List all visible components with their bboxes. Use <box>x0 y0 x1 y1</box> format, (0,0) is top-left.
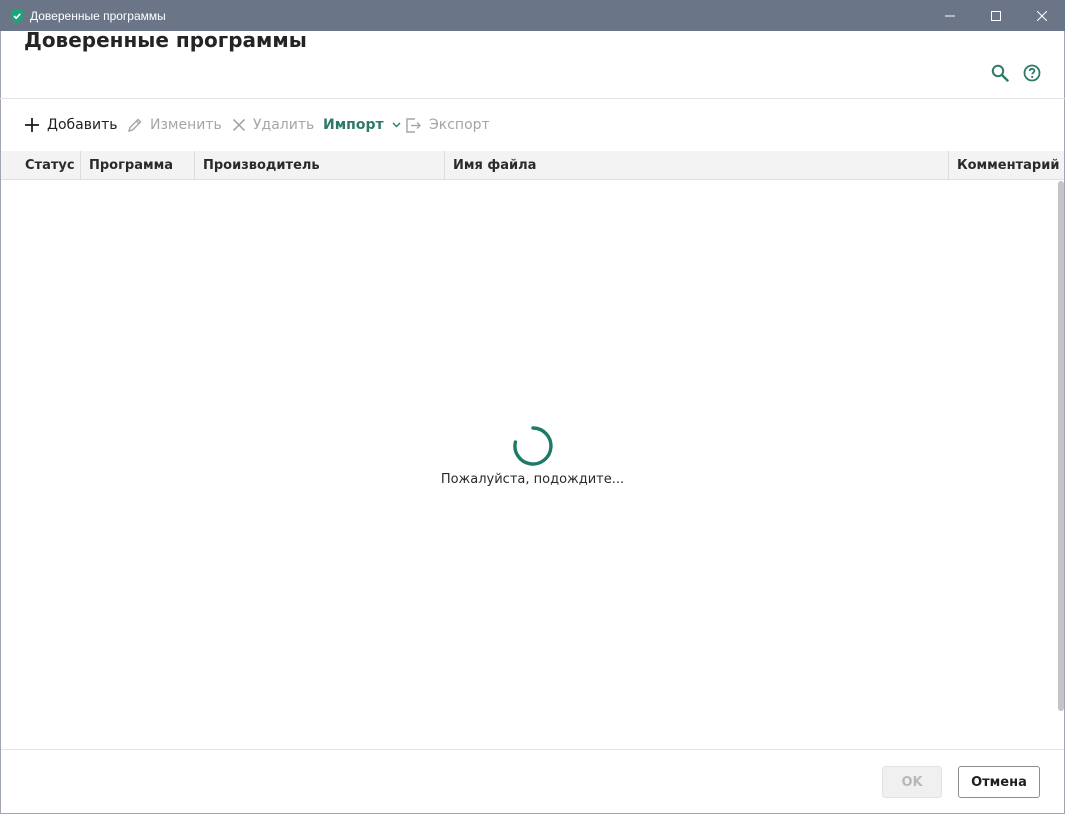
import-button-label: Импорт <box>323 117 384 133</box>
chevron-down-icon <box>392 122 401 128</box>
vertical-scrollbar[interactable] <box>1058 181 1064 711</box>
help-button[interactable] <box>1023 64 1041 82</box>
search-icon <box>991 64 1009 82</box>
column-header-vendor[interactable]: Производитель <box>195 151 445 180</box>
column-header-status[interactable]: Статус <box>17 151 81 180</box>
page-title: Доверенные программы <box>24 28 307 52</box>
loading-spinner-icon <box>513 426 553 466</box>
minimize-button[interactable] <box>927 0 973 31</box>
toolbar: Добавить Изменить Удалить Импорт Экспорт <box>0 110 1065 140</box>
shield-check-icon <box>10 8 24 24</box>
plus-icon <box>25 118 39 132</box>
column-header-comment[interactable]: Комментарий <box>949 151 1064 180</box>
add-button-label: Добавить <box>47 117 118 133</box>
search-button[interactable] <box>991 64 1009 82</box>
window-frame <box>0 31 1065 814</box>
close-window-icon <box>1037 10 1047 21</box>
export-icon <box>406 117 421 133</box>
column-header-program[interactable]: Программа <box>81 151 195 180</box>
window-title: Доверенные программы <box>30 8 166 23</box>
help-icon <box>1023 64 1041 82</box>
export-button[interactable]: Экспорт <box>405 110 490 140</box>
column-header-filename[interactable]: Имя файла <box>445 151 949 180</box>
table-header: Статус Программа Производитель Имя файла… <box>1 151 1064 180</box>
window-controls <box>927 0 1065 31</box>
maximize-button[interactable] <box>973 0 1019 31</box>
delete-button-label: Удалить <box>253 117 315 133</box>
title-bar: Доверенные программы <box>0 0 1065 31</box>
edit-button-label: Изменить <box>150 117 222 133</box>
import-button[interactable]: Импорт <box>323 110 401 140</box>
minimize-icon <box>945 15 955 16</box>
export-button-label: Экспорт <box>429 117 490 133</box>
maximize-icon <box>991 10 1001 21</box>
close-window-button[interactable] <box>1019 0 1065 31</box>
loading-text: Пожалуйста, подождите... <box>440 472 625 487</box>
delete-button[interactable]: Удалить <box>232 110 314 140</box>
add-button[interactable]: Добавить <box>24 110 117 140</box>
cancel-button[interactable]: Отмена <box>958 766 1040 798</box>
edit-button[interactable]: Изменить <box>127 110 222 140</box>
ok-button[interactable]: OK <box>882 766 942 798</box>
close-icon <box>232 118 246 132</box>
pencil-icon <box>127 118 142 133</box>
